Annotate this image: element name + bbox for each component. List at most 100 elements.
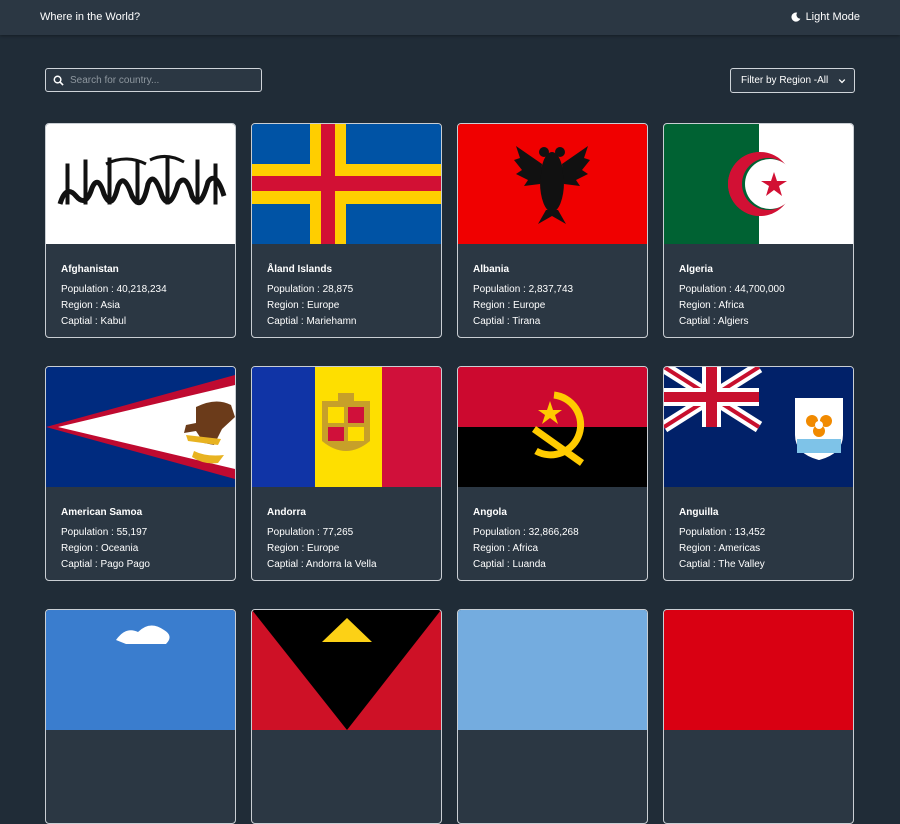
capital-value: Kabul bbox=[100, 316, 127, 327]
country-card-angola[interactable]: Angola Population : 32,866,268 Region : … bbox=[457, 366, 648, 581]
country-name: Anguilla bbox=[679, 507, 719, 518]
region-line: Region : Africa bbox=[679, 300, 785, 311]
country-card-partial-4[interactable] bbox=[663, 609, 854, 824]
population-label: Population : bbox=[679, 527, 735, 538]
region-value: Europe bbox=[513, 300, 546, 311]
capital-label: Captial : bbox=[61, 559, 101, 570]
country-card-albania[interactable]: Albania Population : 2,837,743 Region : … bbox=[457, 123, 648, 338]
country-card-partial-3[interactable] bbox=[457, 609, 648, 824]
country-name: Angola bbox=[473, 507, 507, 518]
region-line: Region : Europe bbox=[267, 300, 357, 311]
afghanistan-flag bbox=[46, 124, 235, 244]
population-label: Population : bbox=[473, 284, 529, 295]
region-label: Region : bbox=[267, 300, 308, 311]
region-label: Region : bbox=[473, 300, 514, 311]
capital-line: Captial : Tirana bbox=[473, 316, 573, 327]
moon-icon bbox=[791, 12, 800, 22]
population-line: Population : 40,218,234 bbox=[61, 284, 167, 295]
armenia-flag bbox=[664, 610, 853, 730]
population-line: Population : 32,866,268 bbox=[473, 527, 579, 538]
capital-label: Captial : bbox=[473, 316, 513, 327]
region-value: Oceania bbox=[101, 543, 139, 554]
argentina-flag bbox=[458, 610, 647, 730]
andorra-flag bbox=[252, 367, 441, 487]
country-card-partial-1[interactable] bbox=[45, 609, 236, 824]
country-name: Afghanistan bbox=[61, 264, 119, 275]
capital-value: Pago Pago bbox=[100, 559, 150, 570]
country-name: Albania bbox=[473, 264, 510, 275]
albania-flag bbox=[458, 124, 647, 244]
population-label: Population : bbox=[679, 284, 735, 295]
capital-line: Captial : Kabul bbox=[61, 316, 167, 327]
region-line: Region : Asia bbox=[61, 300, 167, 311]
population-label: Population : bbox=[267, 527, 323, 538]
population-line: Population : 77,265 bbox=[267, 527, 377, 538]
antarctica-flag bbox=[46, 610, 235, 730]
capital-label: Captial : bbox=[679, 559, 719, 570]
search-icon bbox=[53, 75, 64, 86]
population-label: Population : bbox=[473, 527, 529, 538]
population-line: Population : 55,197 bbox=[61, 527, 150, 538]
capital-value: The Valley bbox=[718, 559, 765, 570]
region-line: Region : Africa bbox=[473, 543, 579, 554]
capital-line: Captial : Luanda bbox=[473, 559, 579, 570]
capital-value: Tirana bbox=[512, 316, 541, 327]
region-line: Region : Americas bbox=[679, 543, 765, 554]
region-line: Region : Oceania bbox=[61, 543, 150, 554]
capital-label: Captial : bbox=[267, 559, 306, 570]
population-label: Population : bbox=[267, 284, 323, 295]
country-card-afghanistan[interactable]: Afghanistan Population : 40,218,234 Regi… bbox=[45, 123, 236, 338]
country-card-aland-islands[interactable]: Åland Islands Population : 28,875 Region… bbox=[251, 123, 442, 338]
region-value: Africa bbox=[718, 300, 745, 311]
region-value: Americas bbox=[718, 543, 761, 554]
region-label: Region : bbox=[61, 300, 101, 311]
population-value: 55,197 bbox=[116, 527, 148, 538]
country-card-algeria[interactable]: Algeria Population : 44,700,000 Region :… bbox=[663, 123, 854, 338]
capital-label: Captial : bbox=[61, 316, 101, 327]
population-line: Population : 44,700,000 bbox=[679, 284, 785, 295]
theme-toggle-button[interactable]: Light Mode bbox=[791, 11, 860, 23]
population-value: 28,875 bbox=[322, 284, 354, 295]
antigua-and-barbuda-flag bbox=[252, 610, 441, 730]
country-card-andorra[interactable]: Andorra Population : 77,265 Region : Eur… bbox=[251, 366, 442, 581]
capital-label: Captial : bbox=[267, 316, 307, 327]
capital-line: Captial : Andorra la Vella bbox=[267, 559, 377, 570]
search-input[interactable] bbox=[70, 74, 250, 86]
capital-value: Algiers bbox=[717, 316, 749, 327]
capital-line: Captial : Mariehamn bbox=[267, 316, 357, 327]
population-value: 2,837,743 bbox=[528, 284, 574, 295]
population-line: Population : 28,875 bbox=[267, 284, 357, 295]
app-title: Where in the World? bbox=[40, 11, 141, 23]
region-label: Region : bbox=[267, 543, 308, 554]
region-value: Europe bbox=[307, 543, 340, 554]
search-box[interactable] bbox=[45, 68, 262, 92]
region-line: Region : Europe bbox=[473, 300, 573, 311]
region-filter-label: Filter by Region -All bbox=[741, 75, 829, 86]
country-name: American Samoa bbox=[61, 507, 143, 518]
app-header: Where in the World? Light Mode bbox=[0, 0, 900, 35]
population-value: 13,452 bbox=[734, 527, 766, 538]
capital-value: Andorra la Vella bbox=[305, 559, 377, 570]
capital-line: Captial : Algiers bbox=[679, 316, 785, 327]
population-value: 40,218,234 bbox=[116, 284, 167, 295]
country-card-anguilla[interactable]: Anguilla Population : 13,452 Region : Am… bbox=[663, 366, 854, 581]
capital-value: Luanda bbox=[512, 559, 546, 570]
population-value: 77,265 bbox=[322, 527, 354, 538]
chevron-down-icon bbox=[838, 79, 846, 84]
region-value: Asia bbox=[100, 300, 120, 311]
region-label: Region : bbox=[473, 543, 513, 554]
capital-line: Captial : Pago Pago bbox=[61, 559, 150, 570]
region-filter-select[interactable]: Filter by Region -All bbox=[730, 68, 855, 93]
region-label: Region : bbox=[679, 543, 719, 554]
region-line: Region : Europe bbox=[267, 543, 377, 554]
region-label: Region : bbox=[61, 543, 102, 554]
country-card-american-samoa[interactable]: American Samoa Population : 55,197 Regio… bbox=[45, 366, 236, 581]
country-card-partial-2[interactable] bbox=[251, 609, 442, 824]
population-line: Population : 13,452 bbox=[679, 527, 765, 538]
region-value: Europe bbox=[307, 300, 340, 311]
country-name: Andorra bbox=[267, 507, 306, 518]
capital-label: Captial : bbox=[679, 316, 718, 327]
country-name: Algeria bbox=[679, 264, 713, 275]
algeria-flag bbox=[664, 124, 853, 244]
anguilla-flag bbox=[664, 367, 853, 487]
